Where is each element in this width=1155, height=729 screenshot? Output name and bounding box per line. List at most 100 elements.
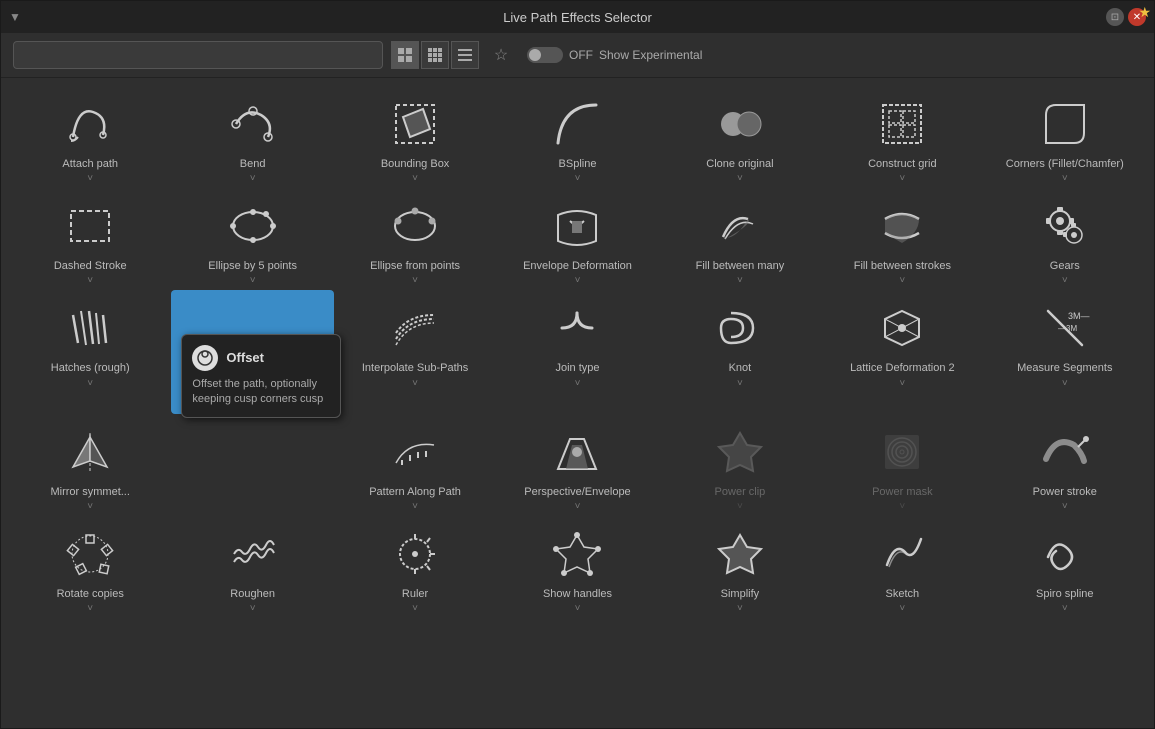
ellipse5-label: Ellipse by 5 points [208, 260, 297, 273]
construct-grid-icon [872, 94, 932, 154]
measure-label: Measure Segments [1017, 362, 1112, 375]
fill-strokes-label: Fill between strokes [854, 260, 951, 273]
tooltip-container: Offset Offset the path, optionally keepi… [171, 414, 333, 516]
view-grid-large-button[interactable] [391, 41, 419, 69]
effect-gears[interactable]: Gears ˅ [984, 188, 1146, 290]
view-list-button[interactable] [451, 41, 479, 69]
pattern-path-icon [385, 422, 445, 482]
main-window: ▼ Live Path Effects Selector ⊡ ✕ 🔍 ☆ [0, 0, 1155, 729]
ellipse5-icon [223, 196, 283, 256]
bend-label: Bend [240, 158, 266, 171]
simplify-chevron: ˅ [737, 603, 743, 614]
corners-chevron: ˅ [1062, 173, 1068, 184]
interpolate-label: Interpolate Sub-Paths [362, 362, 468, 375]
roughen-icon [223, 524, 283, 584]
lattice2-icon [872, 298, 932, 358]
favorites-star-corner[interactable]: ★ [1138, 4, 1151, 21]
ellipse-points-chevron: ˅ [412, 275, 418, 286]
effect-perspective[interactable]: Perspective/Envelope ˅ [496, 414, 658, 516]
effect-fill-many[interactable]: Fill between many ˅ [659, 188, 821, 290]
effect-show-handles[interactable]: Show handles ˅ [496, 516, 658, 618]
join-type-icon [547, 298, 607, 358]
pattern-path-chevron: ˅ [412, 501, 418, 512]
toggle-label: OFF [569, 48, 593, 62]
effect-bspline[interactable]: BSpline ˅ [496, 86, 658, 188]
effect-envelope[interactable]: Envelope Deformation ˅ [496, 188, 658, 290]
search-input[interactable] [13, 41, 383, 69]
lattice2-label: Lattice Deformation 2 [850, 362, 955, 375]
fill-many-chevron: ˅ [737, 275, 743, 286]
power-mask-label: Power mask [872, 486, 933, 499]
interpolate-icon [385, 298, 445, 358]
perspective-chevron: ˅ [575, 501, 581, 512]
join-type-label: Join type [555, 362, 599, 375]
effect-spiro[interactable]: Spiro spline ˅ [984, 516, 1146, 618]
effect-bounding-box[interactable]: Bounding Box ˅ [334, 86, 496, 188]
experimental-toggle-area: OFF Show Experimental [527, 47, 702, 63]
effect-ruler[interactable]: Ruler ˅ [334, 516, 496, 618]
gears-icon [1035, 196, 1095, 256]
svg-text:—3M: —3M [1058, 324, 1077, 333]
ruler-icon [385, 524, 445, 584]
tooltip-icon-circle [192, 345, 218, 371]
tooltip-description: Offset the path, optionally keeping cusp… [192, 377, 330, 408]
power-clip-chevron: ˅ [737, 501, 743, 512]
gears-chevron: ˅ [1062, 275, 1068, 286]
effect-join-type[interactable]: Join type ˅ [496, 290, 658, 413]
show-experimental-label: Show Experimental [599, 48, 702, 62]
spiro-label: Spiro spline [1036, 588, 1093, 601]
window-title: Live Path Effects Selector [503, 10, 652, 25]
pattern-path-label: Pattern Along Path [369, 486, 461, 499]
ellipse-points-icon [385, 196, 445, 256]
effect-clone-original[interactable]: Clone original ˅ [659, 86, 821, 188]
attach-path-icon [60, 94, 120, 154]
restore-button[interactable]: ⊡ [1106, 8, 1124, 26]
power-clip-icon [710, 422, 770, 482]
perspective-icon [547, 422, 607, 482]
effect-dashed-stroke[interactable]: Dashed Stroke ˅ [9, 188, 171, 290]
bounding-box-icon [385, 94, 445, 154]
view-grid-small-button[interactable] [421, 41, 449, 69]
search-wrapper: 🔍 [13, 41, 383, 69]
knot-chevron: ˅ [737, 378, 743, 389]
effect-knot[interactable]: Knot ˅ [659, 290, 821, 413]
knot-label: Knot [729, 362, 752, 375]
mirror-chevron: ˅ [87, 501, 93, 512]
effect-fill-strokes[interactable]: Fill between strokes ˅ [821, 188, 983, 290]
effect-pattern-path[interactable]: Pattern Along Path ˅ [334, 414, 496, 516]
effect-mirror[interactable]: Mirror symmet... ˅ [9, 414, 171, 516]
effect-rotate-copies[interactable]: Rotate copies ˅ [9, 516, 171, 618]
rotate-copies-icon [60, 524, 120, 584]
power-stroke-icon [1035, 422, 1095, 482]
menu-arrow[interactable]: ▼ [9, 10, 21, 24]
sketch-icon [872, 524, 932, 584]
effect-roughen[interactable]: Roughen ˅ [171, 516, 333, 618]
effect-ellipse5[interactable]: Ellipse by 5 points ˅ [171, 188, 333, 290]
effect-power-mask[interactable]: Power mask ˅ [821, 414, 983, 516]
effect-construct-grid[interactable]: Construct grid ˅ [821, 86, 983, 188]
ellipse5-chevron: ˅ [250, 275, 256, 286]
effect-lattice2[interactable]: Lattice Deformation 2 ˅ [821, 290, 983, 413]
rotate-copies-label: Rotate copies [57, 588, 124, 601]
effect-measure[interactable]: 3M— —3M Measure Segments ˅ [984, 290, 1146, 413]
effect-corners[interactable]: Corners (Fillet/Chamfer) ˅ [984, 86, 1146, 188]
effect-bend[interactable]: Bend ˅ [171, 86, 333, 188]
experimental-toggle[interactable] [527, 47, 563, 63]
show-handles-chevron: ˅ [575, 603, 581, 614]
effect-sketch[interactable]: Sketch ˅ [821, 516, 983, 618]
join-type-chevron: ˅ [575, 378, 581, 389]
effect-power-clip[interactable]: Power clip ˅ [659, 414, 821, 516]
dashed-stroke-chevron: ˅ [87, 275, 93, 286]
dashed-stroke-icon [60, 196, 120, 256]
effect-power-stroke[interactable]: Power stroke ˅ [984, 414, 1146, 516]
effect-hatches[interactable]: Hatches (rough) ˅ [9, 290, 171, 413]
effect-attach-path[interactable]: Attach path ˅ [9, 86, 171, 188]
favorites-filter-button[interactable]: ☆ [487, 41, 515, 69]
view-buttons [391, 41, 479, 69]
hatches-label: Hatches (rough) [51, 362, 130, 375]
effect-interpolate[interactable]: Interpolate Sub-Paths ˅ [334, 290, 496, 413]
effect-ellipse-points[interactable]: Ellipse from points ˅ [334, 188, 496, 290]
power-stroke-label: Power stroke [1033, 486, 1097, 499]
tooltip-header: Offset [192, 345, 330, 371]
effect-simplify[interactable]: Simplify ˅ [659, 516, 821, 618]
